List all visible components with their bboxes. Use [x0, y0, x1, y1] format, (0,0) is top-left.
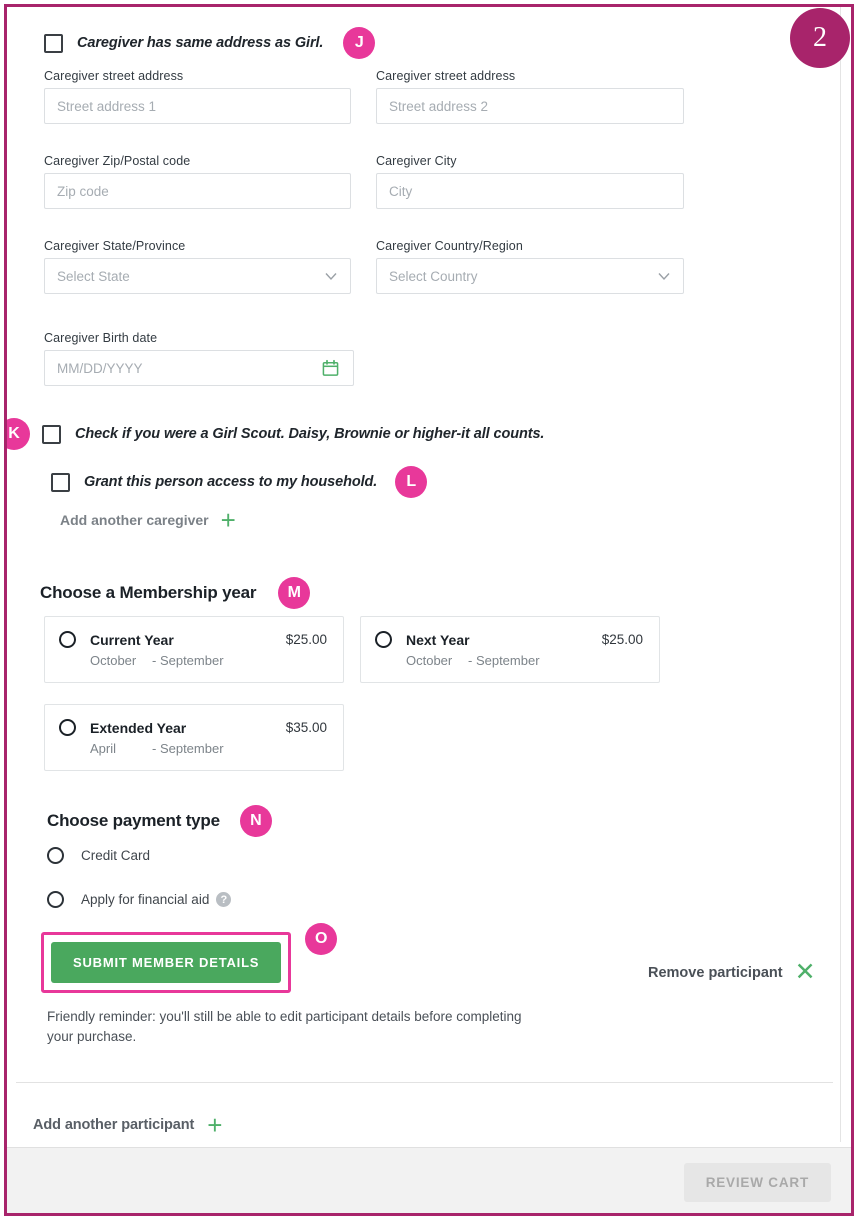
household-access-row: Grant this person access to my household…: [51, 466, 428, 498]
payment-option-label: Apply for financial aid: [81, 892, 210, 907]
membership-option-end: - September: [152, 653, 224, 668]
section-divider: [16, 1082, 833, 1083]
annotation-badge-j: J: [343, 27, 376, 59]
review-cart-button[interactable]: REVIEW CART: [683, 1163, 831, 1202]
country-label: Caregiver Country/Region: [376, 239, 523, 253]
submit-highlight: SUBMIT MEMBER DETAILS: [41, 932, 292, 993]
annotation-badge-k: K: [7, 418, 30, 450]
remove-participant-label: Remove participant: [648, 964, 783, 981]
membership-option-next-year[interactable]: Next Year $25.00 October - September: [360, 616, 660, 683]
household-access-checkbox[interactable]: [51, 472, 70, 492]
payment-section-header: Choose payment type N: [47, 805, 272, 837]
household-access-label: Grant this person access to my household…: [84, 474, 378, 490]
same-address-row: Caregiver has same address as Girl. J: [44, 27, 376, 59]
payment-option-credit-card[interactable]: Credit Card: [47, 847, 150, 864]
membership-option-price: $25.00: [601, 632, 643, 647]
chevron-down-icon: [657, 269, 671, 283]
city-label: Caregiver City: [376, 154, 457, 168]
birthdate-group: Caregiver Birth date MM/DD/YYYY: [44, 331, 354, 386]
country-group: Caregiver Country/Region Select Country: [376, 239, 684, 294]
city-placeholder: City: [389, 183, 413, 199]
membership-option-start: April: [90, 741, 117, 756]
street-address-1-input[interactable]: Street address 1: [44, 88, 351, 124]
submit-member-details-button[interactable]: SUBMIT MEMBER DETAILS: [51, 942, 282, 983]
girl-scout-checkbox[interactable]: [42, 424, 61, 444]
membership-option-start: October: [406, 653, 453, 668]
street-address-2-placeholder: Street address 2: [389, 98, 489, 114]
membership-option-end: - September: [468, 653, 540, 668]
zip-input[interactable]: Zip code: [44, 173, 351, 209]
add-participant-label: Add another participant: [33, 1117, 195, 1133]
zip-label: Caregiver Zip/Postal code: [44, 154, 191, 168]
close-icon: ✕: [794, 958, 816, 986]
zip-placeholder: Zip code: [57, 183, 109, 199]
annotation-badge-o: O: [305, 923, 338, 955]
membership-option-name: Current Year: [90, 631, 174, 648]
street-address-2-group: Caregiver street address Street address …: [376, 69, 684, 124]
street-address-2-input[interactable]: Street address 2: [376, 88, 684, 124]
submit-row: SUBMIT MEMBER DETAILS O: [41, 923, 338, 993]
country-placeholder: Select Country: [389, 268, 478, 284]
add-caregiver-button[interactable]: Add another caregiver +: [60, 507, 236, 533]
radio-icon[interactable]: [59, 719, 76, 736]
form-scroll-content: Caregiver has same address as Girl. J Ca…: [7, 7, 841, 1142]
plus-icon: +: [220, 505, 236, 535]
membership-option-end: - September: [152, 741, 224, 756]
girl-scout-row: K Check if you were a Girl Scout. Daisy,…: [7, 418, 544, 450]
street-address-1-group: Caregiver street address Street address …: [44, 69, 351, 124]
membership-option-start: October: [90, 653, 137, 668]
help-icon[interactable]: ?: [216, 892, 232, 907]
friendly-reminder-text: Friendly reminder: you'll still be able …: [47, 1009, 522, 1044]
same-address-label: Caregiver has same address as Girl.: [77, 35, 324, 51]
street-address-1-label: Caregiver street address: [44, 69, 184, 83]
city-input[interactable]: City: [376, 173, 684, 209]
state-select[interactable]: Select State: [44, 258, 351, 294]
zip-group: Caregiver Zip/Postal code Zip code: [44, 154, 351, 209]
add-participant-button[interactable]: Add another participant +: [33, 1112, 222, 1138]
radio-icon[interactable]: [47, 847, 64, 864]
city-group: Caregiver City City: [376, 154, 684, 209]
membership-option-name: Extended Year: [90, 719, 187, 736]
registration-form-page: Caregiver has same address as Girl. J Ca…: [0, 0, 858, 1220]
calendar-icon[interactable]: [322, 359, 339, 377]
membership-section-header: Choose a Membership year M: [40, 577, 311, 609]
annotation-badge-n: N: [239, 805, 272, 837]
plus-icon: +: [207, 1110, 223, 1140]
remove-participant-button[interactable]: Remove participant ✕: [648, 960, 816, 985]
payment-option-label: Credit Card: [81, 848, 151, 863]
membership-option-price: $25.00: [285, 632, 327, 647]
state-label: Caregiver State/Province: [44, 239, 186, 253]
birthdate-label: Caregiver Birth date: [44, 331, 158, 345]
country-select[interactable]: Select Country: [376, 258, 684, 294]
membership-option-price: $35.00: [285, 720, 327, 735]
same-address-checkbox[interactable]: [44, 33, 63, 53]
radio-icon[interactable]: [47, 891, 64, 908]
membership-option-name: Next Year: [406, 631, 470, 648]
state-group: Caregiver State/Province Select State: [44, 239, 351, 294]
birthdate-input[interactable]: MM/DD/YYYY: [44, 350, 354, 386]
street-address-2-label: Caregiver street address: [376, 69, 516, 83]
state-placeholder: Select State: [57, 268, 130, 284]
birthdate-placeholder: MM/DD/YYYY: [57, 360, 143, 376]
footer-action-bar: REVIEW CART: [7, 1147, 851, 1213]
annotation-badge-m: M: [278, 577, 311, 609]
membership-option-extended-year[interactable]: Extended Year $35.00 April - September: [44, 704, 344, 771]
zip-city-row: Caregiver Zip/Postal code Zip code Careg…: [44, 154, 684, 209]
state-country-row: Caregiver State/Province Select State Ca…: [44, 239, 684, 294]
girl-scout-label: Check if you were a Girl Scout. Daisy, B…: [75, 426, 545, 442]
membership-option-current-year[interactable]: Current Year $25.00 October - September: [44, 616, 344, 683]
step-number-badge: 2: [790, 8, 850, 68]
street-address-row: Caregiver street address Street address …: [44, 69, 684, 124]
add-caregiver-label: Add another caregiver: [60, 512, 209, 528]
radio-icon[interactable]: [59, 631, 76, 648]
payment-title: Choose payment type: [47, 811, 220, 830]
payment-option-financial-aid[interactable]: Apply for financial aid ?: [47, 891, 232, 908]
annotation-badge-l: L: [395, 466, 428, 498]
membership-title: Choose a Membership year: [40, 583, 257, 602]
radio-icon[interactable]: [375, 631, 392, 648]
chevron-down-icon: [324, 269, 338, 283]
street-address-1-placeholder: Street address 1: [57, 98, 157, 114]
